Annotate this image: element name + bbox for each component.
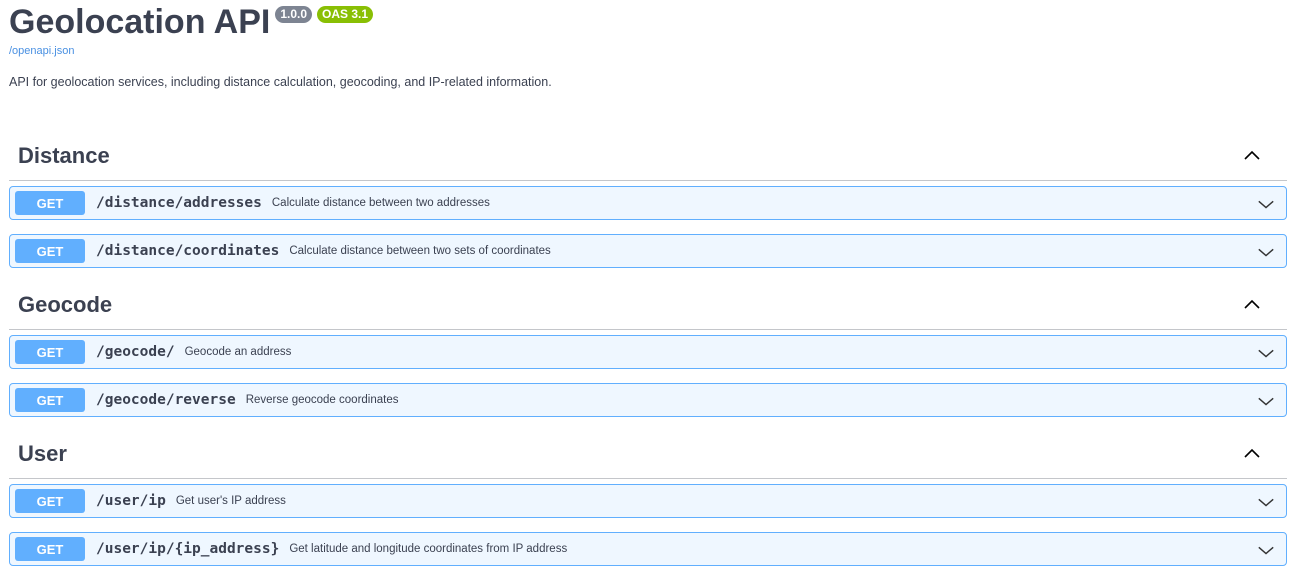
openapi-spec-link[interactable]: /openapi.json bbox=[9, 45, 74, 57]
swagger-ui-page: Geolocation API 1.0.0 OAS 3.1 /openapi.j… bbox=[0, 0, 1298, 576]
method-badge: GET bbox=[15, 388, 85, 412]
method-badge: GET bbox=[15, 537, 85, 561]
section-title: User bbox=[18, 441, 67, 466]
chevron-down-icon[interactable] bbox=[1257, 195, 1275, 213]
section-header-geocode[interactable]: Geocode bbox=[9, 281, 1287, 330]
method-badge: GET bbox=[15, 340, 85, 364]
chevron-down-icon[interactable] bbox=[1257, 344, 1275, 362]
oas-badge: OAS 3.1 bbox=[317, 6, 374, 23]
operation-get-user-ip[interactable]: GET /user/ip Get user's IP address bbox=[9, 484, 1287, 518]
operation-summary: Calculate distance between two addresses bbox=[271, 197, 490, 209]
version-badge: 1.0.0 bbox=[275, 6, 313, 23]
operation-get-user-ip-address[interactable]: GET /user/ip/{ip_address} Get latitude a… bbox=[9, 532, 1287, 566]
operation-get-distance-coordinates[interactable]: GET /distance/coordinates Calculate dist… bbox=[9, 234, 1287, 268]
section-distance: Distance GET /distance/addresses Calcula… bbox=[9, 132, 1287, 268]
chevron-down-icon[interactable] bbox=[1257, 541, 1275, 559]
chevron-up-icon[interactable] bbox=[1242, 444, 1262, 464]
chevron-up-icon[interactable] bbox=[1242, 295, 1262, 315]
operation-path: /user/ip bbox=[96, 493, 166, 509]
section-geocode: Geocode GET /geocode/ Geocode an address… bbox=[9, 281, 1287, 417]
chevron-up-icon[interactable] bbox=[1242, 146, 1262, 166]
operation-path: /distance/coordinates bbox=[96, 243, 280, 259]
method-badge: GET bbox=[15, 191, 85, 215]
api-title-row: Geolocation API 1.0.0 OAS 3.1 bbox=[9, 2, 374, 42]
operation-summary: Get latitude and longitude coordinates f… bbox=[289, 543, 568, 555]
method-badge: GET bbox=[15, 239, 85, 263]
section-title: Distance bbox=[18, 143, 110, 168]
page-title: Geolocation API bbox=[9, 3, 271, 41]
chevron-down-icon[interactable] bbox=[1257, 493, 1275, 511]
operation-get-distance-addresses[interactable]: GET /distance/addresses Calculate distan… bbox=[9, 186, 1287, 220]
operation-get-geocode[interactable]: GET /geocode/ Geocode an address bbox=[9, 335, 1287, 369]
operation-path: /geocode/ bbox=[96, 344, 175, 360]
chevron-down-icon[interactable] bbox=[1257, 243, 1275, 261]
operation-summary: Calculate distance between two sets of c… bbox=[289, 245, 551, 257]
chevron-down-icon[interactable] bbox=[1257, 392, 1275, 410]
section-title: Geocode bbox=[18, 292, 113, 317]
section-header-user[interactable]: User bbox=[9, 430, 1287, 479]
method-badge: GET bbox=[15, 489, 85, 513]
operation-path: /distance/addresses bbox=[96, 195, 262, 211]
operation-get-geocode-reverse[interactable]: GET /geocode/reverse Reverse geocode coo… bbox=[9, 383, 1287, 417]
operation-summary: Geocode an address bbox=[184, 346, 292, 358]
api-description: API for geolocation services, including … bbox=[9, 75, 552, 89]
operation-path: /user/ip/{ip_address} bbox=[96, 541, 280, 557]
section-user: User GET /user/ip Get user's IP address … bbox=[9, 430, 1287, 566]
operation-path: /geocode/reverse bbox=[96, 392, 236, 408]
operation-summary: Reverse geocode coordinates bbox=[245, 394, 399, 406]
section-header-distance[interactable]: Distance bbox=[9, 132, 1287, 181]
operation-summary: Get user's IP address bbox=[175, 495, 286, 507]
